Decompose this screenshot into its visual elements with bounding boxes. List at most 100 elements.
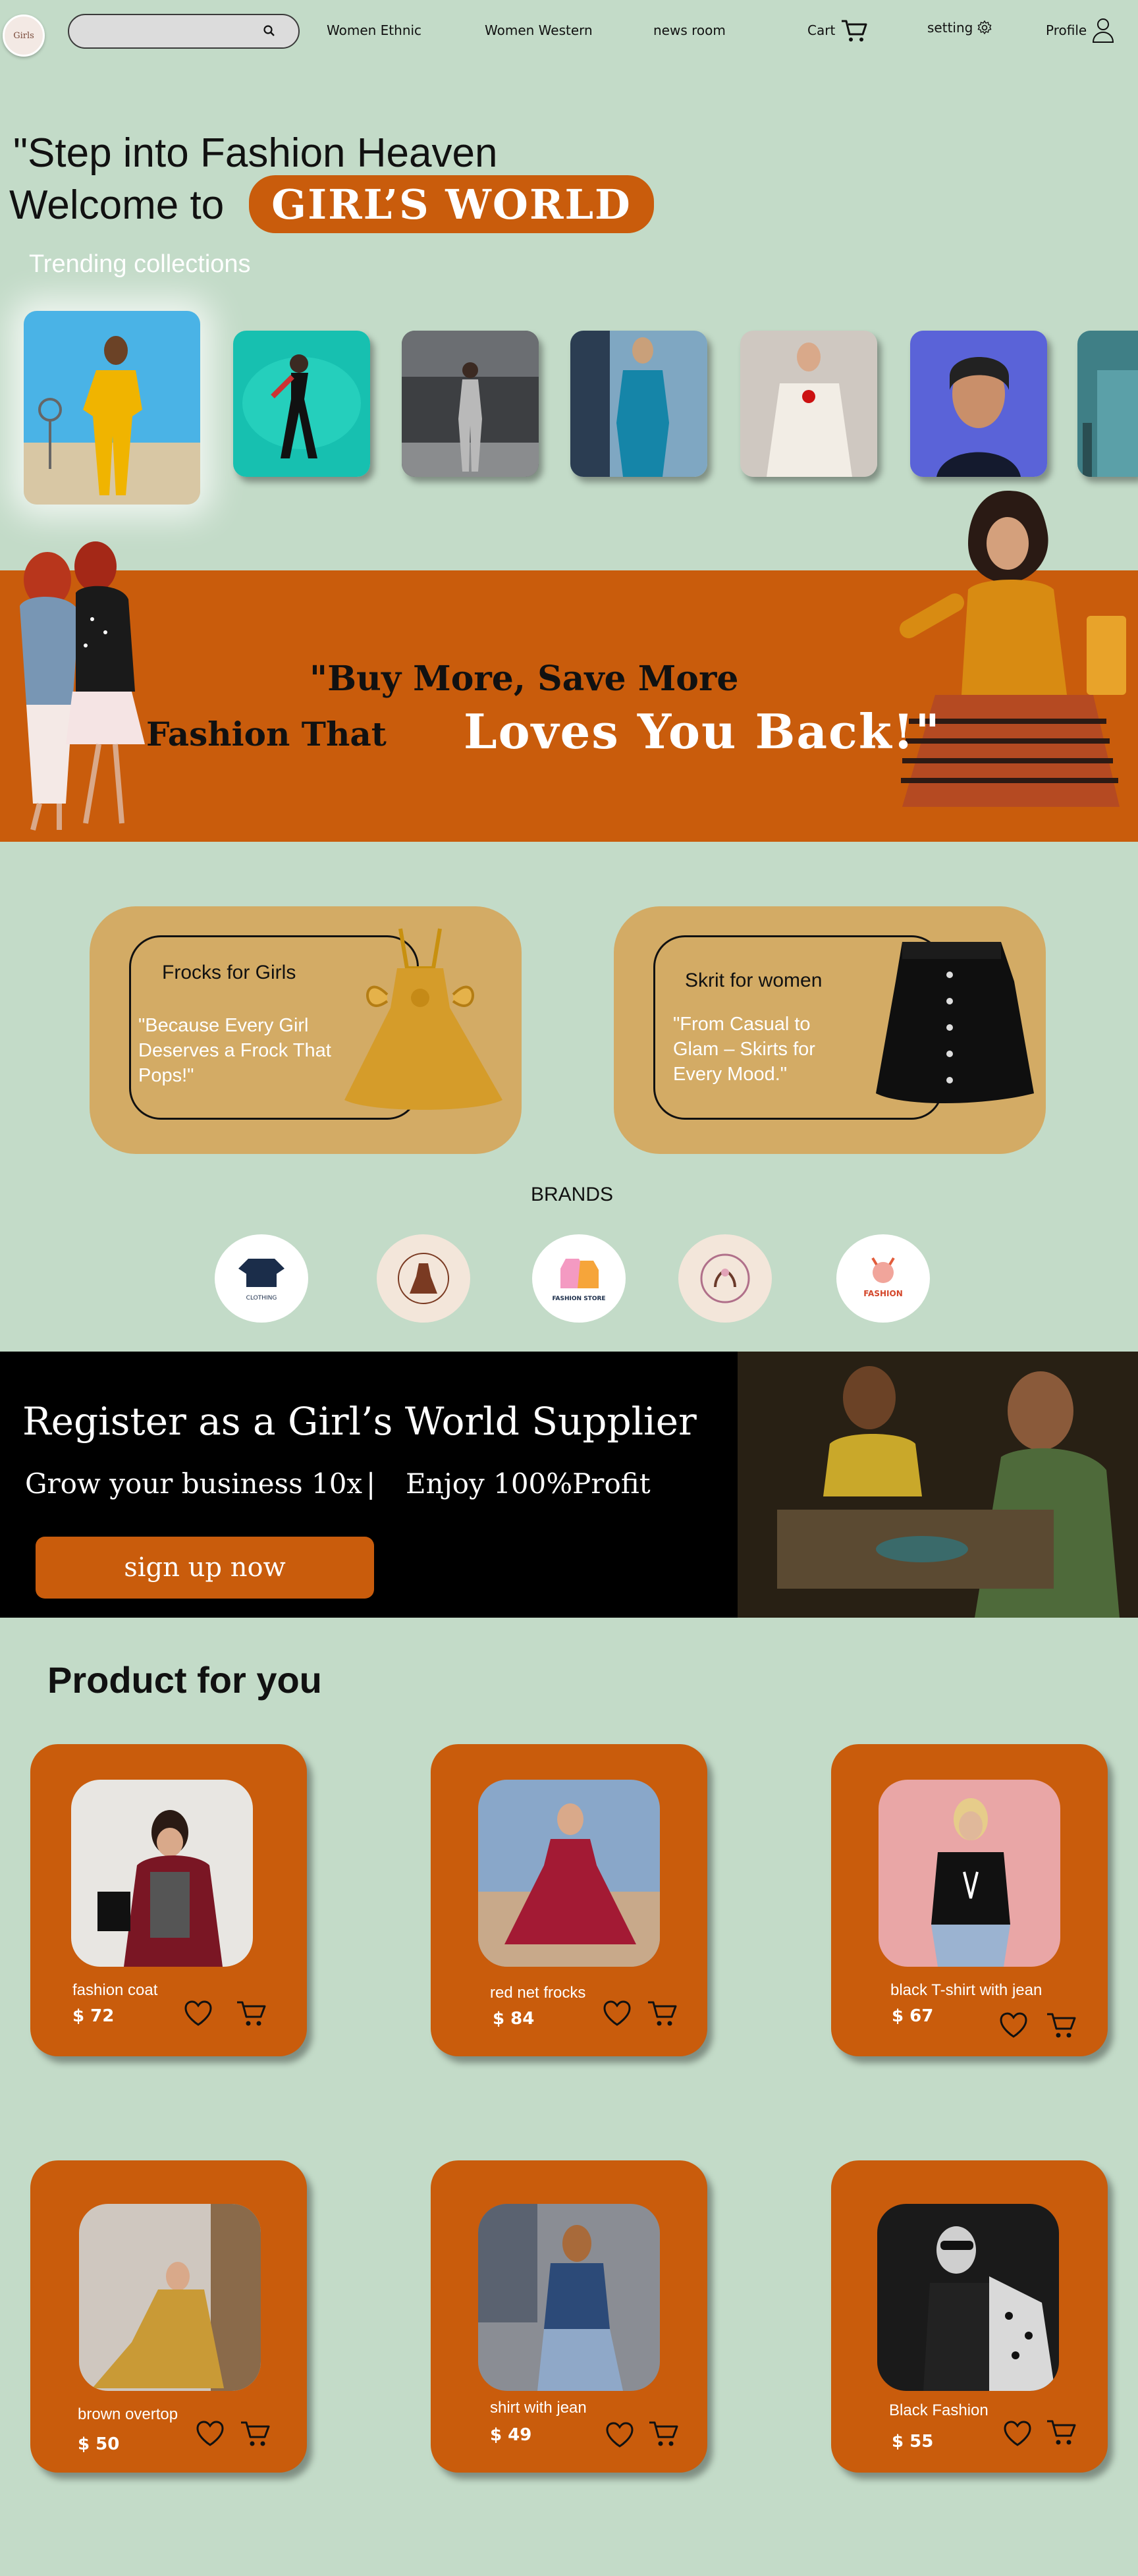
trending-photo-grey [402,331,539,477]
nav-setting[interactable]: setting [927,20,992,36]
product-image [478,1780,660,1967]
product-name: red net frocks [490,1984,586,2002]
banner-highlight: Loves You Back!" [464,703,941,759]
cart-label: Cart [807,22,836,38]
cart-icon[interactable] [647,1998,678,2029]
category-title: Skrit for women [685,970,823,991]
brand-icon: CLOTHING [238,1259,284,1302]
heart-icon[interactable] [998,2012,1029,2039]
trending-item[interactable] [740,331,877,477]
brand-logo-hands[interactable] [678,1234,772,1323]
category-quote: "Because Every Girl Deserves a Frock Tha… [138,1015,331,1086]
cart-icon [842,20,867,41]
trending-item[interactable] [233,331,370,477]
brand-logo-clothing[interactable]: CLOTHING [215,1234,308,1323]
banner-line-2: Fashion That [146,715,387,754]
product-image [79,2204,261,2391]
brand-label: FASHION [863,1289,903,1298]
brand-logo-fashion[interactable]: FASHION [836,1234,930,1323]
supplier-sub-1: Grow your business 10x [25,1467,363,1500]
heart-icon[interactable] [195,2420,225,2448]
brand-icon [398,1253,449,1304]
trending-title: Trending collections [29,250,251,278]
brand-logo-fashion-store[interactable]: FASHION STORE [532,1234,626,1323]
sign-up-button[interactable]: sign up now [36,1537,374,1599]
supplier-photo [738,1352,1138,1618]
gear-icon [977,20,992,35]
brand-label: FASHION STORE [552,1296,605,1302]
product-name: shirt with jean [490,2399,587,2417]
trending-photo-blue [570,331,707,477]
supplier-title: Register as a Girl’s World Supplier [22,1399,697,1444]
supplier-sub-2: Enjoy 100%Profit [406,1467,651,1500]
products-title: Product for you [47,1659,322,1701]
product-card[interactable]: shirt with jean $ 49 [431,2160,707,2473]
product-card[interactable]: fashion coat $ 72 [30,1744,307,2056]
product-card[interactable]: red net frocks $ 84 [431,1744,707,2056]
trending-item[interactable] [402,331,539,477]
trending-photo-white-suit [740,331,877,477]
product-card[interactable]: Black Fashion $ 55 [831,2160,1108,2473]
category-quote: "From Casual to Glam – Skirts for Every … [673,1014,815,1085]
profile-label: Profile [1046,22,1087,38]
cart-icon[interactable] [1046,2417,1077,2448]
trending-item[interactable] [910,331,1047,477]
search-input[interactable] [84,15,264,48]
cart-icon[interactable] [240,2419,271,2449]
trending-item[interactable] [24,311,200,505]
search-icon[interactable] [263,24,276,38]
brand-icon [700,1253,750,1303]
search-bar[interactable] [68,14,300,49]
heart-icon[interactable] [602,2000,632,2027]
brand-icon: FASHION STORE [552,1259,606,1302]
banner-line-1: "Buy More, Save More [310,659,739,699]
frock-image [344,928,502,1110]
brand-logo-dress[interactable] [377,1234,470,1323]
product-price: $ 55 [892,2432,934,2452]
trending-photo-teal [233,331,370,477]
product-image [71,1780,253,1967]
brands-title: BRANDS [531,1184,614,1205]
skirt-image [876,942,1034,1103]
product-price: $ 67 [892,2006,934,2026]
logo-text: Girls [13,30,34,41]
product-name: Black Fashion [889,2401,989,2419]
brand-icon: FASHION [863,1257,903,1298]
supplier-separator: | [366,1467,376,1500]
nav-women-ethnic[interactable]: Women Ethnic [327,22,421,38]
banner-model-right [900,491,1126,807]
hero-line-2: Welcome to [9,182,225,228]
hero-line-1: "Step into Fashion Heaven [13,130,498,176]
product-price: $ 72 [72,2006,115,2026]
brand-badge: GIRL’S WORLD [249,175,654,233]
product-card[interactable]: brown overtop $ 50 [30,2160,307,2473]
site-logo[interactable]: Girls [3,14,45,57]
product-name: fashion coat [72,1981,158,1999]
product-price: $ 84 [493,2009,535,2029]
nav-women-western[interactable]: Women Western [485,22,593,38]
category-title: Frocks for Girls [162,962,296,983]
product-name: black T-shirt with jean [890,1981,1043,1999]
nav-profile[interactable]: Profile [1046,17,1114,43]
product-image [478,2204,660,2391]
heart-icon[interactable] [1002,2420,1033,2448]
nav-news-room[interactable]: news room [653,22,726,38]
brand-label: CLOTHING [246,1295,277,1302]
heart-icon[interactable] [605,2421,635,2449]
product-price: $ 49 [490,2425,532,2445]
nav-cart[interactable]: Cart [807,17,868,43]
trending-item[interactable] [1077,331,1138,477]
banner-models-left [20,541,145,831]
product-image [877,2204,1059,2391]
cart-icon[interactable] [236,1998,267,2029]
product-image [879,1780,1060,1967]
heart-icon[interactable] [183,2000,213,2027]
trending-photo-yellow [24,311,200,505]
setting-label: setting [927,20,973,36]
cart-icon[interactable] [648,2419,680,2449]
trending-item[interactable] [570,331,707,477]
product-card[interactable]: black T-shirt with jean $ 67 [831,1744,1108,2056]
cart-icon[interactable] [1046,2010,1077,2041]
product-price: $ 50 [78,2434,120,2454]
product-name: brown overtop [78,2405,178,2423]
